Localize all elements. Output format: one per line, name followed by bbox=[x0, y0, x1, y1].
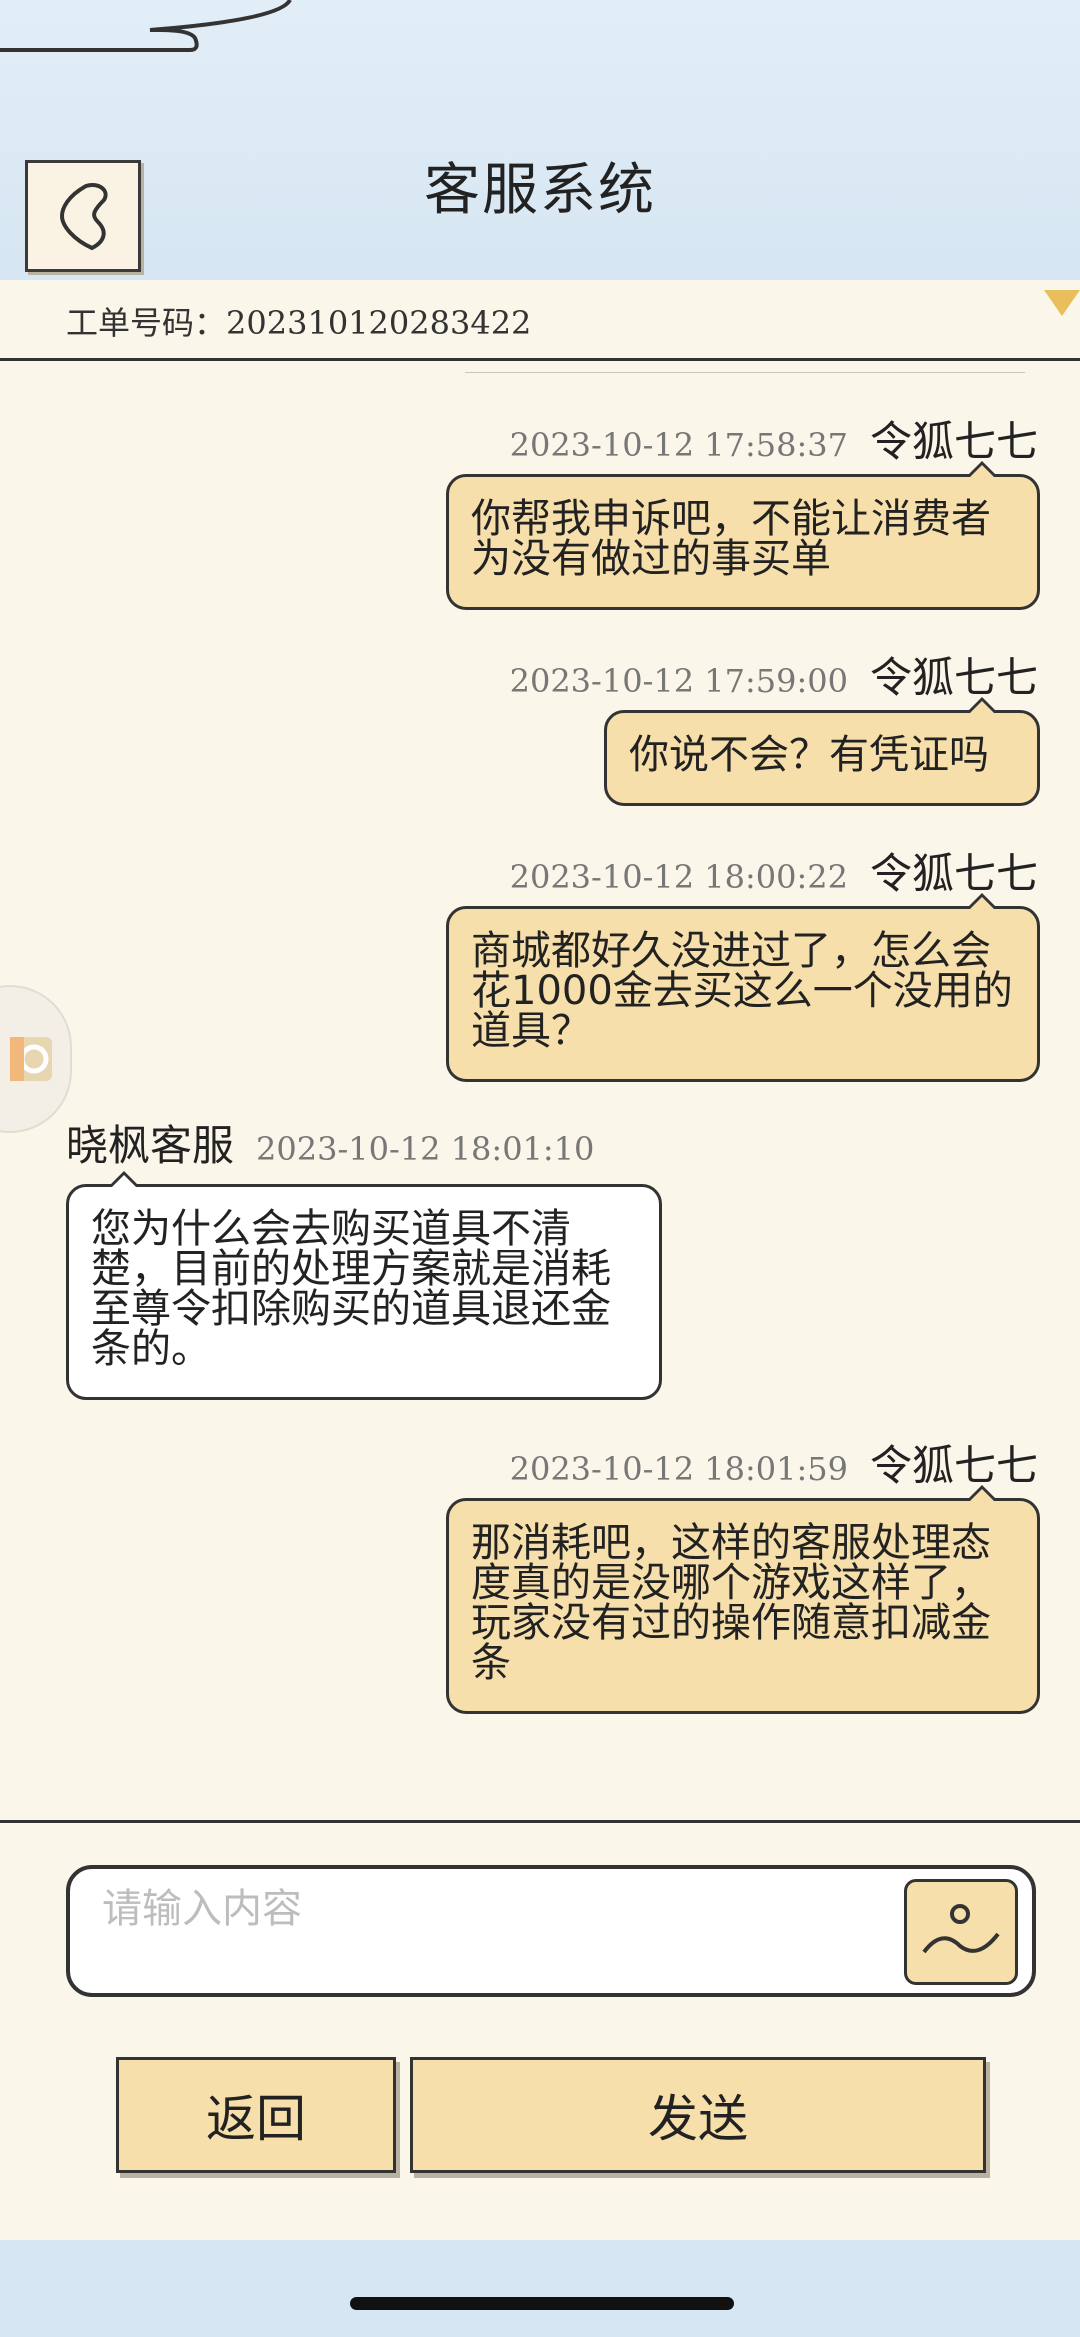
cloud-decoration-icon bbox=[0, 0, 292, 52]
divider bbox=[465, 372, 1025, 373]
message-time: 2023-10-12 17:59:00 bbox=[509, 662, 848, 700]
sender-name: 晓枫客服 bbox=[66, 1121, 235, 1170]
footer-bar bbox=[0, 2240, 1080, 2337]
message-meta: 2023-10-12 18:00:22 令狐七七 bbox=[510, 840, 1038, 901]
message-meta: 2023-10-12 17:59:00 令狐七七 bbox=[510, 644, 1038, 705]
user-message-bubble: 那消耗吧，这样的客服处理态度真的是没哪个游戏这样了，玩家没有过的操作随意扣减金条 bbox=[446, 1485, 1040, 1714]
ticket-label: 工单号码： bbox=[66, 304, 227, 342]
sender-name: 令狐七七 bbox=[869, 1441, 1038, 1490]
send-button[interactable]: 发送 bbox=[410, 2057, 986, 2173]
dropdown-arrow-icon[interactable] bbox=[1044, 290, 1080, 316]
message-meta: 2023-10-12 17:58:37 令狐七七 bbox=[510, 408, 1038, 469]
sender-name: 令狐七七 bbox=[869, 417, 1038, 466]
message-time: 2023-10-12 17:58:37 bbox=[509, 426, 848, 464]
return-button[interactable]: 返回 bbox=[116, 2057, 396, 2173]
message-time: 2023-10-12 18:01:59 bbox=[509, 1450, 848, 1488]
message-time: 2023-10-12 18:01:10 bbox=[256, 1130, 595, 1168]
message-meta: 晓枫客服 2023-10-12 18:01:10 bbox=[66, 1112, 594, 1173]
sender-name: 令狐七七 bbox=[869, 849, 1038, 898]
page-title: 客服系统 bbox=[424, 158, 656, 223]
message-meta: 2023-10-12 18:01:59 令狐七七 bbox=[510, 1432, 1038, 1493]
divider bbox=[0, 1820, 1080, 1823]
home-indicator[interactable] bbox=[350, 2297, 734, 2310]
header-bar: 客服系统 bbox=[0, 0, 1080, 280]
agent-message-bubble: 您为什么会去购买道具不清楚，目前的处理方案就是消耗至尊令扣除购买的道具退还金条的… bbox=[66, 1171, 662, 1400]
ticket-value: 202310120283422 bbox=[226, 304, 532, 342]
message-input[interactable] bbox=[100, 1883, 904, 1935]
divider bbox=[0, 358, 1080, 361]
game-badge-icon bbox=[10, 1037, 52, 1081]
image-icon bbox=[922, 1904, 1000, 1954]
floating-assist-button[interactable] bbox=[0, 985, 72, 1133]
user-message-bubble: 你帮我申诉吧，不能让消费者为没有做过的事买单 bbox=[446, 461, 1040, 610]
image-upload-button[interactable] bbox=[904, 1879, 1018, 1985]
user-message-bubble: 你说不会？有凭证吗 bbox=[604, 697, 1040, 806]
app-screen: 客服系统 工单号码：202310120283422 2023-10-12 17:… bbox=[0, 0, 1080, 2337]
chat-area[interactable]: 工单号码：202310120283422 2023-10-12 17:58:37… bbox=[0, 280, 1080, 2240]
ticket-number: 工单号码：202310120283422 bbox=[66, 298, 531, 344]
message-time: 2023-10-12 18:00:22 bbox=[509, 858, 848, 896]
user-message-bubble: 商城都好久没进过了，怎么会花1000金去买这么一个没用的道具？ bbox=[446, 893, 1040, 1082]
sender-name: 令狐七七 bbox=[869, 653, 1038, 702]
message-input-box[interactable] bbox=[66, 1865, 1036, 1997]
